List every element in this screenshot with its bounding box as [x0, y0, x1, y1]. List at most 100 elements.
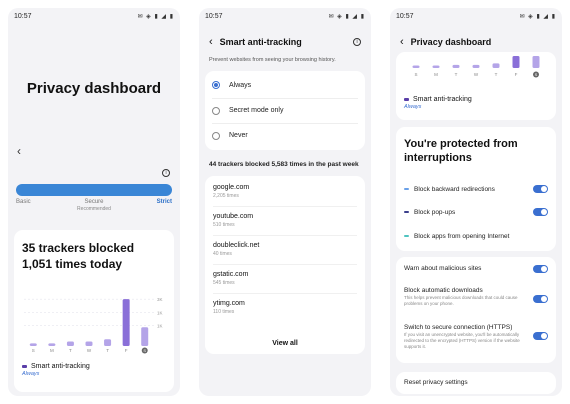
anti-tracking-status: Always: [404, 104, 422, 110]
x-tick-label: W: [87, 348, 92, 353]
level-label: Basic: [16, 199, 31, 205]
anti-tracking-status: Always: [22, 371, 40, 377]
option-secret-mode-only[interactable]: Secret mode only: [212, 98, 358, 122]
status-time: 10:57: [205, 12, 223, 20]
back-icon[interactable]: ‹: [17, 144, 21, 158]
page-title: Privacy dashboard: [410, 37, 492, 47]
status-bar: 10:57 ✉ ◈ ▮ ◢ ▮: [390, 8, 562, 24]
protection-levels: Basic Secure Recommended Strict: [16, 199, 172, 212]
x-tick-label: T: [69, 348, 72, 353]
x-tick-label: T: [106, 348, 109, 353]
series-marker: [22, 364, 27, 368]
level-strict[interactable]: Strict: [122, 199, 172, 212]
status-time: 10:57: [396, 12, 414, 20]
site-times: 110 times: [213, 309, 235, 315]
anti-tracking-row[interactable]: Smart anti-tracking Always: [404, 96, 472, 110]
block-label: Block pop-ups: [414, 208, 456, 216]
protection-card: You're protected from interruptions Bloc…: [396, 127, 556, 251]
chart-bar: [104, 339, 112, 346]
weekly-summary: 44 trackers blocked 5,583 times in the p…: [209, 161, 359, 168]
radio-selected-icon[interactable]: [212, 81, 220, 89]
list-item[interactable]: ytimg.com 110 times: [213, 294, 357, 323]
block-row-backward-redirections[interactable]: Block backward redirections: [404, 178, 548, 200]
protection-level-slider[interactable]: [16, 184, 172, 196]
setting-title: Warn about malicious sites: [404, 265, 482, 272]
info-icon[interactable]: i: [162, 169, 170, 177]
list-item[interactable]: doubleclick.net 40 times: [213, 236, 357, 265]
setting-description: This helps prevent malicious downloads t…: [404, 295, 518, 306]
site-name: gstatic.com: [213, 271, 249, 278]
https-toggle[interactable]: [533, 332, 548, 340]
warn-malicious-sites-toggle[interactable]: [533, 265, 548, 273]
block-color-marker: [404, 234, 409, 238]
screen-privacy-dashboard-details: 10:57 ✉ ◈ ▮ ◢ ▮ ‹ Privacy dashboard S M T W…: [390, 8, 562, 396]
protection-title: You're protected from interruptions: [404, 138, 518, 164]
backward-redirections-toggle[interactable]: [533, 185, 548, 193]
y-tick-label: 1K: [157, 324, 163, 329]
info-icon[interactable]: i: [353, 38, 361, 46]
weekly-trackers-chart: SMTWTFS: [412, 56, 540, 78]
status-icons: ✉ ◈ ▮ ◢ ▮: [328, 13, 365, 20]
block-label: Block apps from opening Internet: [414, 232, 510, 240]
header: ‹ Privacy dashboard: [400, 36, 552, 48]
weekly-trackers-chart: 3K 1K 1K S M T W T F S: [24, 297, 163, 354]
list-item[interactable]: youtube.com 510 times: [213, 207, 357, 236]
block-automatic-downloads-toggle[interactable]: [533, 295, 548, 303]
level-secure[interactable]: Secure Recommended: [69, 199, 119, 212]
site-name: doubleclick.net: [213, 242, 260, 249]
site-name: youtube.com: [213, 213, 254, 220]
site-name: ytimg.com: [213, 300, 245, 307]
chart-bar: [452, 64, 460, 68]
trackers-title: 35 trackers blocked 1,051 times today: [22, 241, 135, 271]
radio-icon[interactable]: [212, 131, 220, 140]
page-title: Privacy dashboard: [26, 80, 162, 97]
block-label: Block backward redirections: [414, 185, 495, 193]
chart-bar: [512, 56, 520, 68]
x-tick-label: M: [50, 348, 54, 353]
reset-privacy-settings-button[interactable]: Reset privacy settings: [404, 379, 468, 386]
setting-block-automatic-downloads[interactable]: Block automatic downloads This helps pre…: [404, 287, 548, 307]
option-never[interactable]: Never: [212, 123, 358, 147]
site-times: 2,205 times: [213, 193, 239, 199]
view-all-button[interactable]: View all: [205, 340, 365, 347]
page-description: Prevent websites from seeing your browsi…: [209, 57, 336, 63]
status-bar: 10:57 ✉ ◈ ▮ ◢ ▮: [8, 8, 180, 24]
list-item[interactable]: google.com 2,205 times: [213, 178, 357, 207]
option-label: Secret mode only: [229, 107, 284, 114]
block-color-marker: [404, 210, 409, 214]
chart-bar: [432, 65, 440, 68]
reset-card: Reset privacy settings: [396, 372, 556, 394]
site-times: 40 times: [213, 251, 232, 257]
x-tick-label: S: [143, 348, 146, 353]
status-bar: 10:57 ✉ ◈ ▮ ◢ ▮: [199, 8, 371, 24]
x-tick-label: F: [515, 72, 518, 77]
chart-bar: [141, 327, 149, 346]
anti-tracking-label: Smart anti-tracking: [31, 363, 90, 370]
setting-warn-malicious-sites[interactable]: Warn about malicious sites: [404, 265, 548, 273]
setting-description: If you visit an unencrypted website, you…: [404, 332, 520, 349]
back-icon[interactable]: ‹: [400, 36, 404, 48]
block-row-apps-opening-internet[interactable]: Block apps from opening Internet: [404, 225, 548, 247]
block-row-pop-ups[interactable]: Block pop-ups: [404, 201, 548, 223]
back-icon[interactable]: ‹: [209, 36, 213, 48]
chart-bar: [66, 341, 74, 346]
block-color-marker: [404, 187, 409, 191]
list-item[interactable]: gstatic.com 545 times: [213, 265, 357, 294]
chart-bar: [472, 64, 480, 68]
header: ‹ Smart anti-tracking i: [209, 36, 361, 48]
anti-tracking-label: Smart anti-tracking: [413, 96, 472, 103]
radio-icon[interactable]: [212, 106, 220, 115]
x-tick-label: T: [495, 72, 498, 77]
level-basic[interactable]: Basic: [16, 199, 66, 212]
option-always[interactable]: Always: [212, 73, 358, 97]
chart-bar: [29, 343, 37, 346]
site-name: google.com: [213, 184, 250, 191]
setting-title: Switch to secure connection (HTTPS): [404, 324, 513, 331]
y-tick-label: 3K: [157, 297, 163, 302]
chart-bar: [492, 63, 500, 68]
setting-https[interactable]: Switch to secure connection (HTTPS) If y…: [404, 324, 548, 350]
level-label: Strict: [156, 199, 172, 205]
security-settings-card: Warn about malicious sites Block automat…: [396, 257, 556, 363]
pop-ups-toggle[interactable]: [533, 208, 548, 216]
anti-tracking-row[interactable]: Smart anti-tracking Always: [22, 363, 90, 377]
